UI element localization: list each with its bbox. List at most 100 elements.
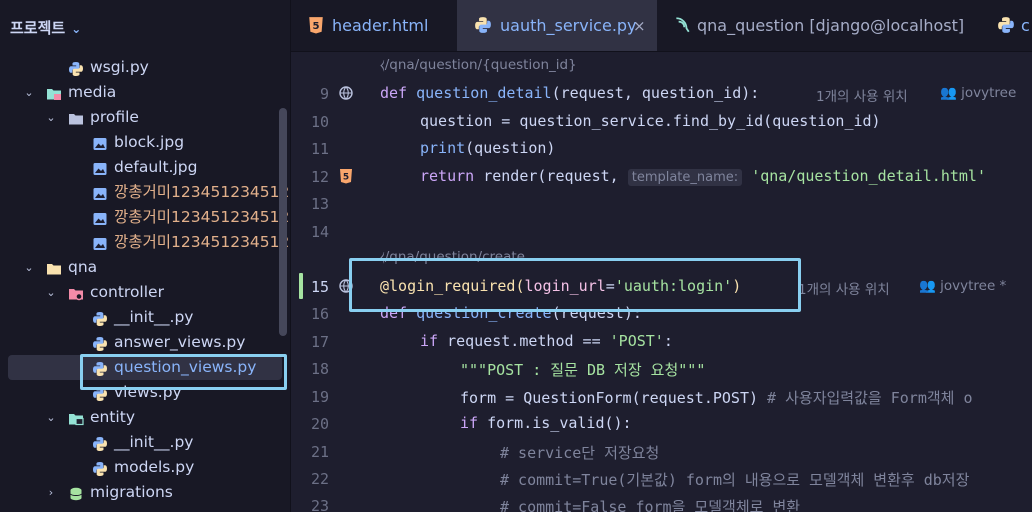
- tree-item[interactable]: ⌄ entity: [0, 405, 290, 430]
- line-number[interactable]: 9: [291, 85, 329, 103]
- tree-item-label: answer_views.py: [114, 333, 246, 351]
- chevron-down-icon[interactable]: ⌄: [22, 255, 36, 280]
- tree-item-label: profile: [90, 108, 139, 126]
- code-line-10[interactable]: question = question_service.find_by_id(q…: [420, 112, 881, 130]
- code-line-17[interactable]: if request.method == 'POST':: [420, 332, 673, 350]
- tree-item-label: qna: [68, 258, 98, 276]
- usage-hint[interactable]: 1개의 사용 위치: [798, 278, 890, 298]
- line-number[interactable]: 20: [291, 415, 329, 433]
- tree-item[interactable]: wsgi.py: [0, 55, 290, 80]
- chevron-down-icon[interactable]: ⌄: [44, 405, 58, 430]
- tab-header-html[interactable]: 5 header.html: [291, 0, 457, 51]
- image-file-icon: [92, 160, 108, 176]
- tree-item[interactable]: ⌄ profile: [0, 105, 290, 130]
- chevron-down-icon[interactable]: ⌄: [71, 22, 81, 36]
- package-folder-icon: [68, 285, 84, 301]
- tab-uauth-service[interactable]: uauth_service.py ×: [457, 0, 657, 51]
- python-file-icon: [92, 335, 108, 351]
- tree-item[interactable]: 깡총거미123451234512: [0, 205, 290, 230]
- tree-item[interactable]: block.jpg: [0, 130, 290, 155]
- close-icon[interactable]: ×: [633, 0, 646, 51]
- code-line-11[interactable]: print(question): [420, 139, 555, 157]
- tab-label: uauth_service.py: [500, 16, 637, 35]
- html-template-icon[interactable]: 5: [338, 168, 354, 184]
- tree-item-label: controller: [90, 283, 164, 301]
- python-file-icon: [92, 310, 108, 326]
- tree-item-label: media: [68, 83, 117, 101]
- tree-item[interactable]: __init__.py: [0, 305, 290, 330]
- tree-item-label: entity: [90, 408, 135, 426]
- usage-hint[interactable]: 1개의 사용 위치: [816, 85, 908, 105]
- vcs-change-marker[interactable]: [299, 273, 303, 299]
- tab-overflow-python[interactable]: c: [977, 0, 1032, 51]
- line-number[interactable]: 17: [291, 333, 329, 351]
- line-number[interactable]: 15: [291, 278, 329, 296]
- python-file-icon: [475, 17, 491, 33]
- line-number[interactable]: 11: [291, 140, 329, 158]
- tree-item[interactable]: answer_views.py: [0, 330, 290, 355]
- line-number[interactable]: 12: [291, 168, 329, 186]
- python-file-icon: [92, 460, 108, 476]
- author-hint[interactable]: 👥 jovytree *: [919, 278, 1006, 294]
- chevron-down-icon[interactable]: ⌄: [44, 105, 58, 130]
- project-panel: 프로젝트 ⌄ wsgi.py ⌄ media ⌄ profile block.jpg defa…: [0, 0, 290, 512]
- line-number[interactable]: 23: [291, 497, 329, 512]
- tree-item[interactable]: ⌄ qna: [0, 255, 290, 280]
- code-line-19[interactable]: form = QuestionForm(request.POST) # 사용자입…: [460, 387, 973, 408]
- tree-item[interactable]: models.py: [0, 455, 290, 480]
- image-file-icon: [92, 135, 108, 151]
- code-line-12[interactable]: return render(request, template_name: 'q…: [420, 167, 986, 186]
- chevron-right-icon[interactable]: ›: [44, 480, 58, 505]
- tab-label: qna_question [django@localhost]: [697, 16, 965, 35]
- code-line-18[interactable]: """POST : 질문 DB 저장 요청""": [460, 359, 705, 380]
- code-line-23[interactable]: # commit=False form을 모델객체로 변환: [500, 496, 800, 512]
- decorator-annotation-box: [349, 258, 801, 312]
- python-file-icon: [92, 435, 108, 451]
- tree-item[interactable]: 깡총거미123451234512: [0, 180, 290, 205]
- parameter-hint: template_name:: [627, 169, 743, 186]
- tree-item-label: wsgi.py: [90, 58, 149, 76]
- tree-item[interactable]: __init__.py: [0, 430, 290, 455]
- tab-label: c: [1021, 16, 1030, 35]
- folder-icon: [46, 260, 62, 276]
- code-line-20[interactable]: if form.is_valid():: [460, 414, 632, 432]
- line-number[interactable]: 21: [291, 443, 329, 461]
- folder-icon: [68, 110, 84, 126]
- users-icon: 👥: [940, 85, 957, 101]
- author-hint[interactable]: 👥 jovytree: [940, 85, 1016, 101]
- tree-item[interactable]: › migrations: [0, 480, 290, 505]
- route-hint[interactable]: ⧼/qna/question/{question_id}: [380, 57, 577, 73]
- image-file-icon: [92, 185, 108, 201]
- tree-item-label: default.jpg: [114, 158, 198, 176]
- line-number[interactable]: 14: [291, 223, 329, 241]
- tree-item-label: 깡총거미123451234512: [114, 183, 290, 201]
- tree-item[interactable]: ⌄ controller: [0, 280, 290, 305]
- code-line-21[interactable]: # service단 저장요청: [500, 442, 659, 463]
- tree-item-label: models.py: [114, 458, 195, 476]
- tree-item-label: __init__.py: [114, 433, 194, 451]
- chevron-down-icon[interactable]: ⌄: [44, 280, 58, 305]
- database-table-icon: [676, 17, 690, 33]
- sidebar-scrollbar[interactable]: [279, 108, 287, 336]
- code-line-22[interactable]: # commit=True(기본값) form의 내용으로 모델객체 변환후 d…: [500, 469, 969, 490]
- tree-item-label: 깡총거미123451234512: [114, 233, 290, 251]
- line-number[interactable]: 18: [291, 360, 329, 378]
- line-number[interactable]: 13: [291, 195, 329, 213]
- line-number[interactable]: 22: [291, 470, 329, 488]
- code-line-9[interactable]: def question_detail(request, question_id…: [380, 84, 759, 102]
- web-globe-icon[interactable]: [338, 85, 354, 101]
- line-number[interactable]: 10: [291, 113, 329, 131]
- python-file-icon: [68, 60, 84, 76]
- line-number[interactable]: 16: [291, 305, 329, 323]
- chevron-down-icon[interactable]: ⌄: [22, 80, 36, 105]
- line-number[interactable]: 19: [291, 388, 329, 406]
- tree-item-label: 깡총거미123451234512: [114, 208, 290, 226]
- tree-item[interactable]: default.jpg: [0, 155, 290, 180]
- resource-folder-icon: [46, 85, 62, 101]
- tab-qna-question-db[interactable]: qna_question [django@localhost]: [657, 0, 977, 51]
- tree-item[interactable]: ⌄ media: [0, 80, 290, 105]
- project-title: 프로젝트: [10, 19, 66, 37]
- tree-item[interactable]: 깡총거미123451234512: [0, 230, 290, 255]
- database-folder-icon: [68, 485, 84, 501]
- project-panel-header[interactable]: 프로젝트 ⌄: [10, 17, 81, 38]
